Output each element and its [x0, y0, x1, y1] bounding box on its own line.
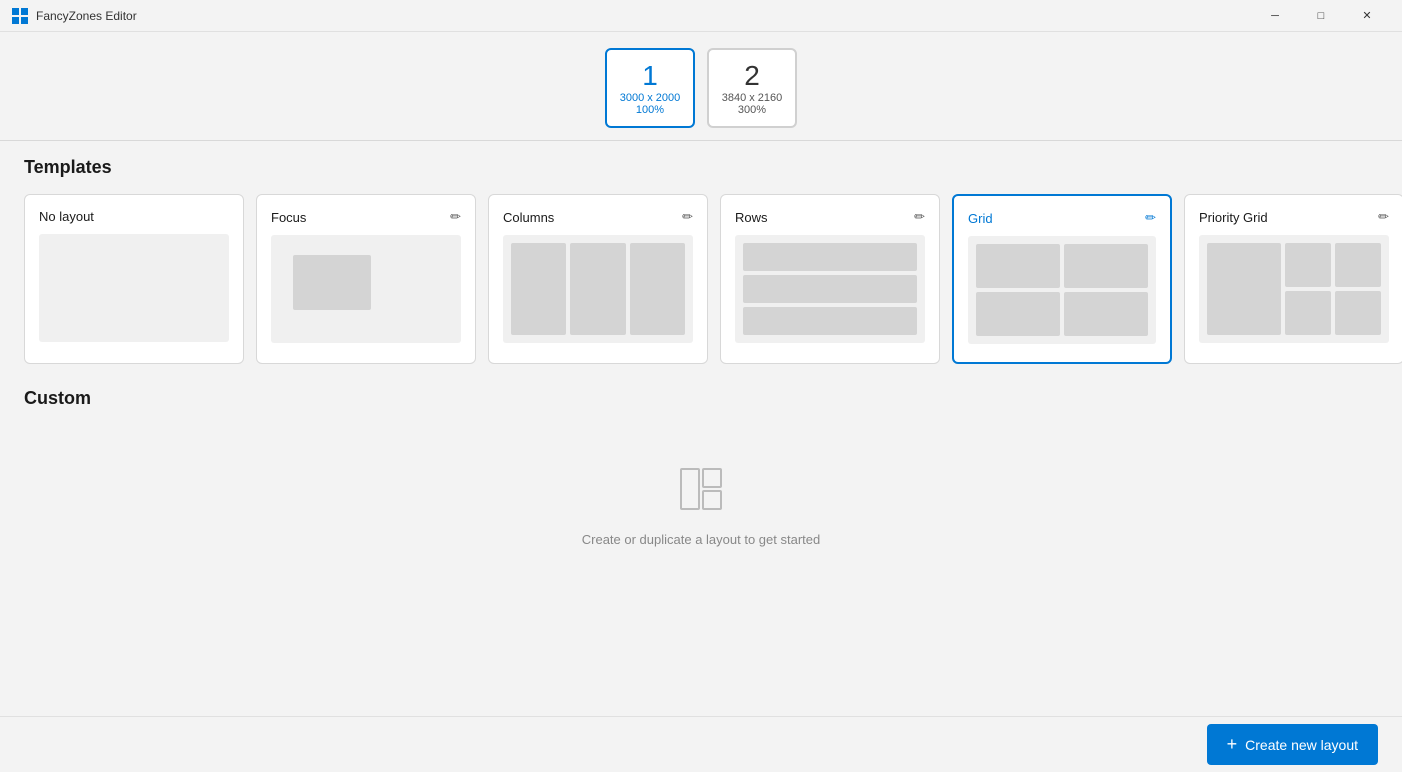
layout-card-header-priority-grid: Priority Grid ✏	[1199, 209, 1389, 225]
layout-card-columns[interactable]: Columns ✏	[488, 194, 708, 364]
main-content: Templates No layout Focus ✏ Columns ✏	[0, 141, 1402, 716]
layout-card-no-layout[interactable]: No layout	[24, 194, 244, 364]
app-icon	[12, 8, 28, 24]
layout-name-no-layout: No layout	[39, 209, 94, 224]
custom-empty-text: Create or duplicate a layout to get star…	[582, 532, 820, 547]
preview-focus-inner	[293, 255, 371, 310]
preview-grid-cell-4	[1064, 292, 1148, 336]
preview-row-1	[743, 243, 917, 271]
monitor-2[interactable]: 2 3840 x 2160 300%	[707, 48, 797, 128]
edit-icon-rows[interactable]: ✏	[914, 209, 925, 225]
preview-grid-cell-3	[976, 292, 1060, 336]
layout-card-header-grid: Grid ✏	[968, 210, 1156, 226]
layout-name-focus: Focus	[271, 210, 306, 225]
layout-name-columns: Columns	[503, 210, 554, 225]
create-button-label: Create new layout	[1245, 737, 1358, 753]
maximize-button[interactable]: □	[1298, 0, 1344, 32]
window-controls: ─ □ ✕	[1252, 0, 1390, 32]
layout-name-rows: Rows	[735, 210, 768, 225]
preview-grid-cell-2	[1064, 244, 1148, 288]
monitor-1-number: 1	[642, 60, 658, 92]
create-new-layout-button[interactable]: + Create new layout	[1207, 724, 1378, 765]
layout-card-priority-grid[interactable]: Priority Grid ✏	[1184, 194, 1402, 364]
preview-priority-main	[1207, 243, 1281, 335]
layout-card-rows[interactable]: Rows ✏	[720, 194, 940, 364]
monitor-1[interactable]: 1 3000 x 2000 100%	[605, 48, 695, 128]
preview-rows	[735, 235, 925, 343]
custom-section-title: Custom	[24, 388, 1378, 409]
monitor-1-scale: 100%	[636, 104, 664, 116]
layout-name-priority-grid: Priority Grid	[1199, 210, 1268, 225]
layout-card-header-columns: Columns ✏	[503, 209, 693, 225]
app-title: FancyZones Editor	[36, 9, 137, 23]
monitor-2-number: 2	[744, 60, 760, 92]
preview-col-3	[630, 243, 685, 335]
preview-focus	[271, 235, 461, 343]
edit-icon-columns[interactable]: ✏	[682, 209, 693, 225]
preview-priority-cell-2	[1335, 243, 1381, 287]
preview-grid	[968, 236, 1156, 344]
preview-priority-cell-1	[1285, 243, 1331, 287]
preview-priority-cell-3	[1285, 291, 1331, 335]
layout-card-focus[interactable]: Focus ✏	[256, 194, 476, 364]
edit-icon-focus[interactable]: ✏	[450, 209, 461, 225]
preview-col-1	[511, 243, 566, 335]
preview-no-layout	[39, 234, 229, 342]
preview-priority-cell-4	[1335, 291, 1381, 335]
edit-icon-priority-grid[interactable]: ✏	[1378, 209, 1389, 225]
close-button[interactable]: ✕	[1344, 0, 1390, 32]
bottom-bar: + Create new layout	[0, 716, 1402, 772]
monitor-2-scale: 300%	[738, 104, 766, 116]
templates-section-title: Templates	[24, 157, 1378, 178]
preview-grid-cell-1	[976, 244, 1060, 288]
preview-row-2	[743, 275, 917, 303]
monitor-selector: 1 3000 x 2000 100% 2 3840 x 2160 300%	[0, 32, 1402, 140]
titlebar: FancyZones Editor ─ □ ✕	[0, 0, 1402, 32]
edit-icon-grid[interactable]: ✏	[1145, 210, 1156, 226]
layout-card-header-rows: Rows ✏	[735, 209, 925, 225]
preview-columns	[503, 235, 693, 343]
preview-row-3	[743, 307, 917, 335]
minimize-button[interactable]: ─	[1252, 0, 1298, 32]
layout-card-grid[interactable]: Grid ✏	[952, 194, 1172, 364]
custom-empty-state: Create or duplicate a layout to get star…	[24, 425, 1378, 587]
layout-card-header-focus: Focus ✏	[271, 209, 461, 225]
custom-section: Custom Create or duplicate a layout to g…	[24, 388, 1378, 587]
layout-card-header-no-layout: No layout	[39, 209, 229, 224]
preview-col-2	[570, 243, 625, 335]
plus-icon: +	[1227, 734, 1238, 755]
monitor-1-resolution: 3000 x 2000	[620, 92, 681, 104]
layout-name-grid: Grid	[968, 211, 993, 226]
templates-row: No layout Focus ✏ Columns ✏	[24, 194, 1378, 364]
monitor-2-resolution: 3840 x 2160	[722, 92, 783, 104]
preview-priority-grid	[1199, 235, 1389, 343]
layout-placeholder-icon	[677, 465, 725, 518]
